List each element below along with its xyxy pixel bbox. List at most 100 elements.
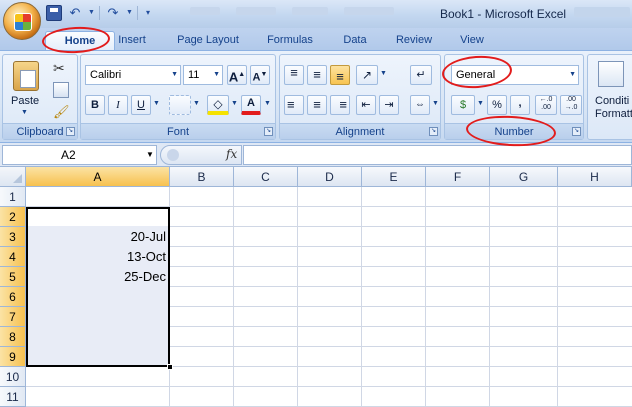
increase-indent-icon[interactable]: ⇥: [379, 95, 399, 115]
merge-center-icon[interactable]: ⇔: [410, 95, 430, 115]
align-right-icon[interactable]: ≡: [330, 95, 350, 115]
name-box-dropdown-icon[interactable]: ▼: [146, 150, 154, 159]
column-header-d[interactable]: D: [298, 167, 362, 187]
increase-decimal-button[interactable]: ←.0 .00: [535, 95, 557, 115]
row-header-5[interactable]: 5: [0, 267, 26, 287]
window-controls-blur: [574, 7, 630, 17]
paste-dropdown-icon[interactable]: ▼: [21, 109, 28, 116]
currency-dropdown-icon[interactable]: ▼: [477, 100, 484, 107]
tab-page-layout[interactable]: Page Layout: [170, 31, 246, 50]
column-header-a[interactable]: A: [26, 167, 170, 187]
row-header-7[interactable]: 7: [0, 307, 26, 327]
top-align-icon[interactable]: ≡: [284, 65, 304, 85]
number-format-select[interactable]: General ▼: [451, 65, 579, 85]
title-bar-blur: [190, 7, 430, 19]
insert-function-button[interactable]: fx: [226, 147, 237, 161]
decrease-indent-icon[interactable]: ⇤: [356, 95, 376, 115]
save-icon[interactable]: [46, 5, 62, 21]
currency-icon[interactable]: $: [451, 95, 475, 115]
customize-qat-icon[interactable]: ▾: [143, 5, 153, 21]
decrease-decimal-button[interactable]: .00 →.0: [560, 95, 582, 115]
tab-view[interactable]: View: [454, 31, 490, 50]
format-painter-icon[interactable]: 🖌: [53, 104, 70, 120]
align-left-icon[interactable]: ≡: [284, 95, 304, 115]
copy-icon[interactable]: [53, 82, 69, 98]
formula-input[interactable]: [243, 145, 632, 165]
number-group: General ▼ $ ▼ % , ←.0 .00 .00 →.0 Number…: [444, 54, 584, 140]
column-header-b[interactable]: B: [170, 167, 234, 187]
column-header-c[interactable]: C: [234, 167, 298, 187]
column-header-e[interactable]: E: [362, 167, 426, 187]
paste-button[interactable]: Paste: [11, 95, 39, 107]
borders-icon[interactable]: [169, 95, 191, 115]
conditional-formatting-button[interactable]: Conditi Formatt: [595, 95, 632, 121]
select-all-button[interactable]: [0, 167, 26, 187]
quick-access-toolbar: ↶ ▼ ↷ ▼ ▾: [46, 4, 153, 22]
name-box[interactable]: A2: [2, 145, 157, 165]
paste-icon[interactable]: [13, 61, 39, 91]
grow-font-button[interactable]: A▲: [227, 65, 247, 85]
formula-bar: A2 ▼ fx: [0, 143, 632, 167]
row-header-6[interactable]: 6: [0, 287, 26, 307]
undo-dropdown-icon[interactable]: ▼: [88, 5, 95, 21]
tab-home[interactable]: Home: [45, 31, 115, 50]
fill-color-dropdown-icon[interactable]: ▼: [231, 100, 238, 107]
underline-dropdown-icon[interactable]: ▼: [153, 100, 160, 107]
percent-button[interactable]: %: [487, 95, 507, 115]
row-header-11[interactable]: 11: [0, 387, 26, 407]
tab-data[interactable]: Data: [337, 31, 373, 50]
font-color-button[interactable]: A: [241, 95, 261, 115]
font-launcher-icon[interactable]: ↘: [264, 127, 273, 136]
redo-dropdown-icon[interactable]: ▼: [126, 5, 133, 21]
column-header-f[interactable]: F: [426, 167, 490, 187]
undo-icon[interactable]: ↶: [67, 5, 83, 21]
column-header-h[interactable]: H: [558, 167, 632, 187]
number-group-label: Number: [445, 123, 583, 139]
row-header-1[interactable]: 1: [0, 187, 26, 207]
merge-dropdown-icon[interactable]: ▼: [432, 100, 439, 107]
clipboard-launcher-icon[interactable]: ↘: [66, 127, 75, 136]
number-launcher-icon[interactable]: ↘: [572, 127, 581, 136]
row-header-3[interactable]: 3: [0, 227, 26, 247]
bold-button[interactable]: B: [85, 95, 105, 115]
window-title: Book1 - Microsoft Excel: [440, 7, 567, 21]
row-header-2[interactable]: 2: [0, 207, 26, 227]
font-name-select[interactable]: Calibri ▼: [85, 65, 181, 85]
italic-button[interactable]: I: [108, 95, 128, 115]
column-header-g[interactable]: G: [490, 167, 558, 187]
alignment-launcher-icon[interactable]: ↘: [429, 127, 438, 136]
orientation-dropdown-icon[interactable]: ▼: [380, 70, 387, 77]
redo-icon[interactable]: ↷: [105, 5, 121, 21]
shrink-font-button[interactable]: A▼: [250, 65, 270, 85]
underline-button[interactable]: U: [131, 95, 151, 115]
row-header-4[interactable]: 4: [0, 247, 26, 267]
fill-color-icon[interactable]: ◇: [207, 95, 229, 115]
borders-dropdown-icon[interactable]: ▼: [193, 100, 200, 107]
cell-a4[interactable]: 13-Oct: [26, 247, 168, 267]
bottom-align-icon[interactable]: ≡: [330, 65, 350, 85]
active-cell-a2[interactable]: [28, 209, 168, 226]
chevron-down-icon: ▼: [569, 71, 576, 78]
middle-align-icon[interactable]: ≡: [307, 65, 327, 85]
row-header-9[interactable]: 9: [0, 347, 26, 367]
align-center-icon[interactable]: ≡: [307, 95, 327, 115]
cell-a3[interactable]: 20-Jul: [26, 227, 168, 247]
conditional-formatting-icon[interactable]: [598, 61, 624, 87]
expand-handle-icon[interactable]: [167, 149, 179, 161]
tab-review[interactable]: Review: [392, 31, 436, 50]
row-header-10[interactable]: 10: [0, 367, 26, 387]
tab-formulas[interactable]: Formulas: [262, 31, 318, 50]
orientation-icon[interactable]: ↗: [356, 65, 378, 85]
tab-insert[interactable]: Insert: [112, 31, 152, 50]
wrap-text-icon[interactable]: ↵: [410, 65, 432, 85]
comma-button[interactable]: ,: [510, 95, 530, 115]
cut-icon[interactable]: ✂: [53, 60, 69, 76]
alignment-group-label: Alignment: [280, 123, 440, 139]
font-size-select[interactable]: 11 ▼: [183, 65, 223, 85]
font-color-dropdown-icon[interactable]: ▼: [264, 100, 271, 107]
office-button[interactable]: [3, 2, 41, 40]
fill-handle[interactable]: [167, 364, 173, 370]
row-header-8[interactable]: 8: [0, 327, 26, 347]
cell-a5[interactable]: 25-Dec: [26, 267, 168, 287]
font-name-value: Calibri: [90, 69, 122, 81]
